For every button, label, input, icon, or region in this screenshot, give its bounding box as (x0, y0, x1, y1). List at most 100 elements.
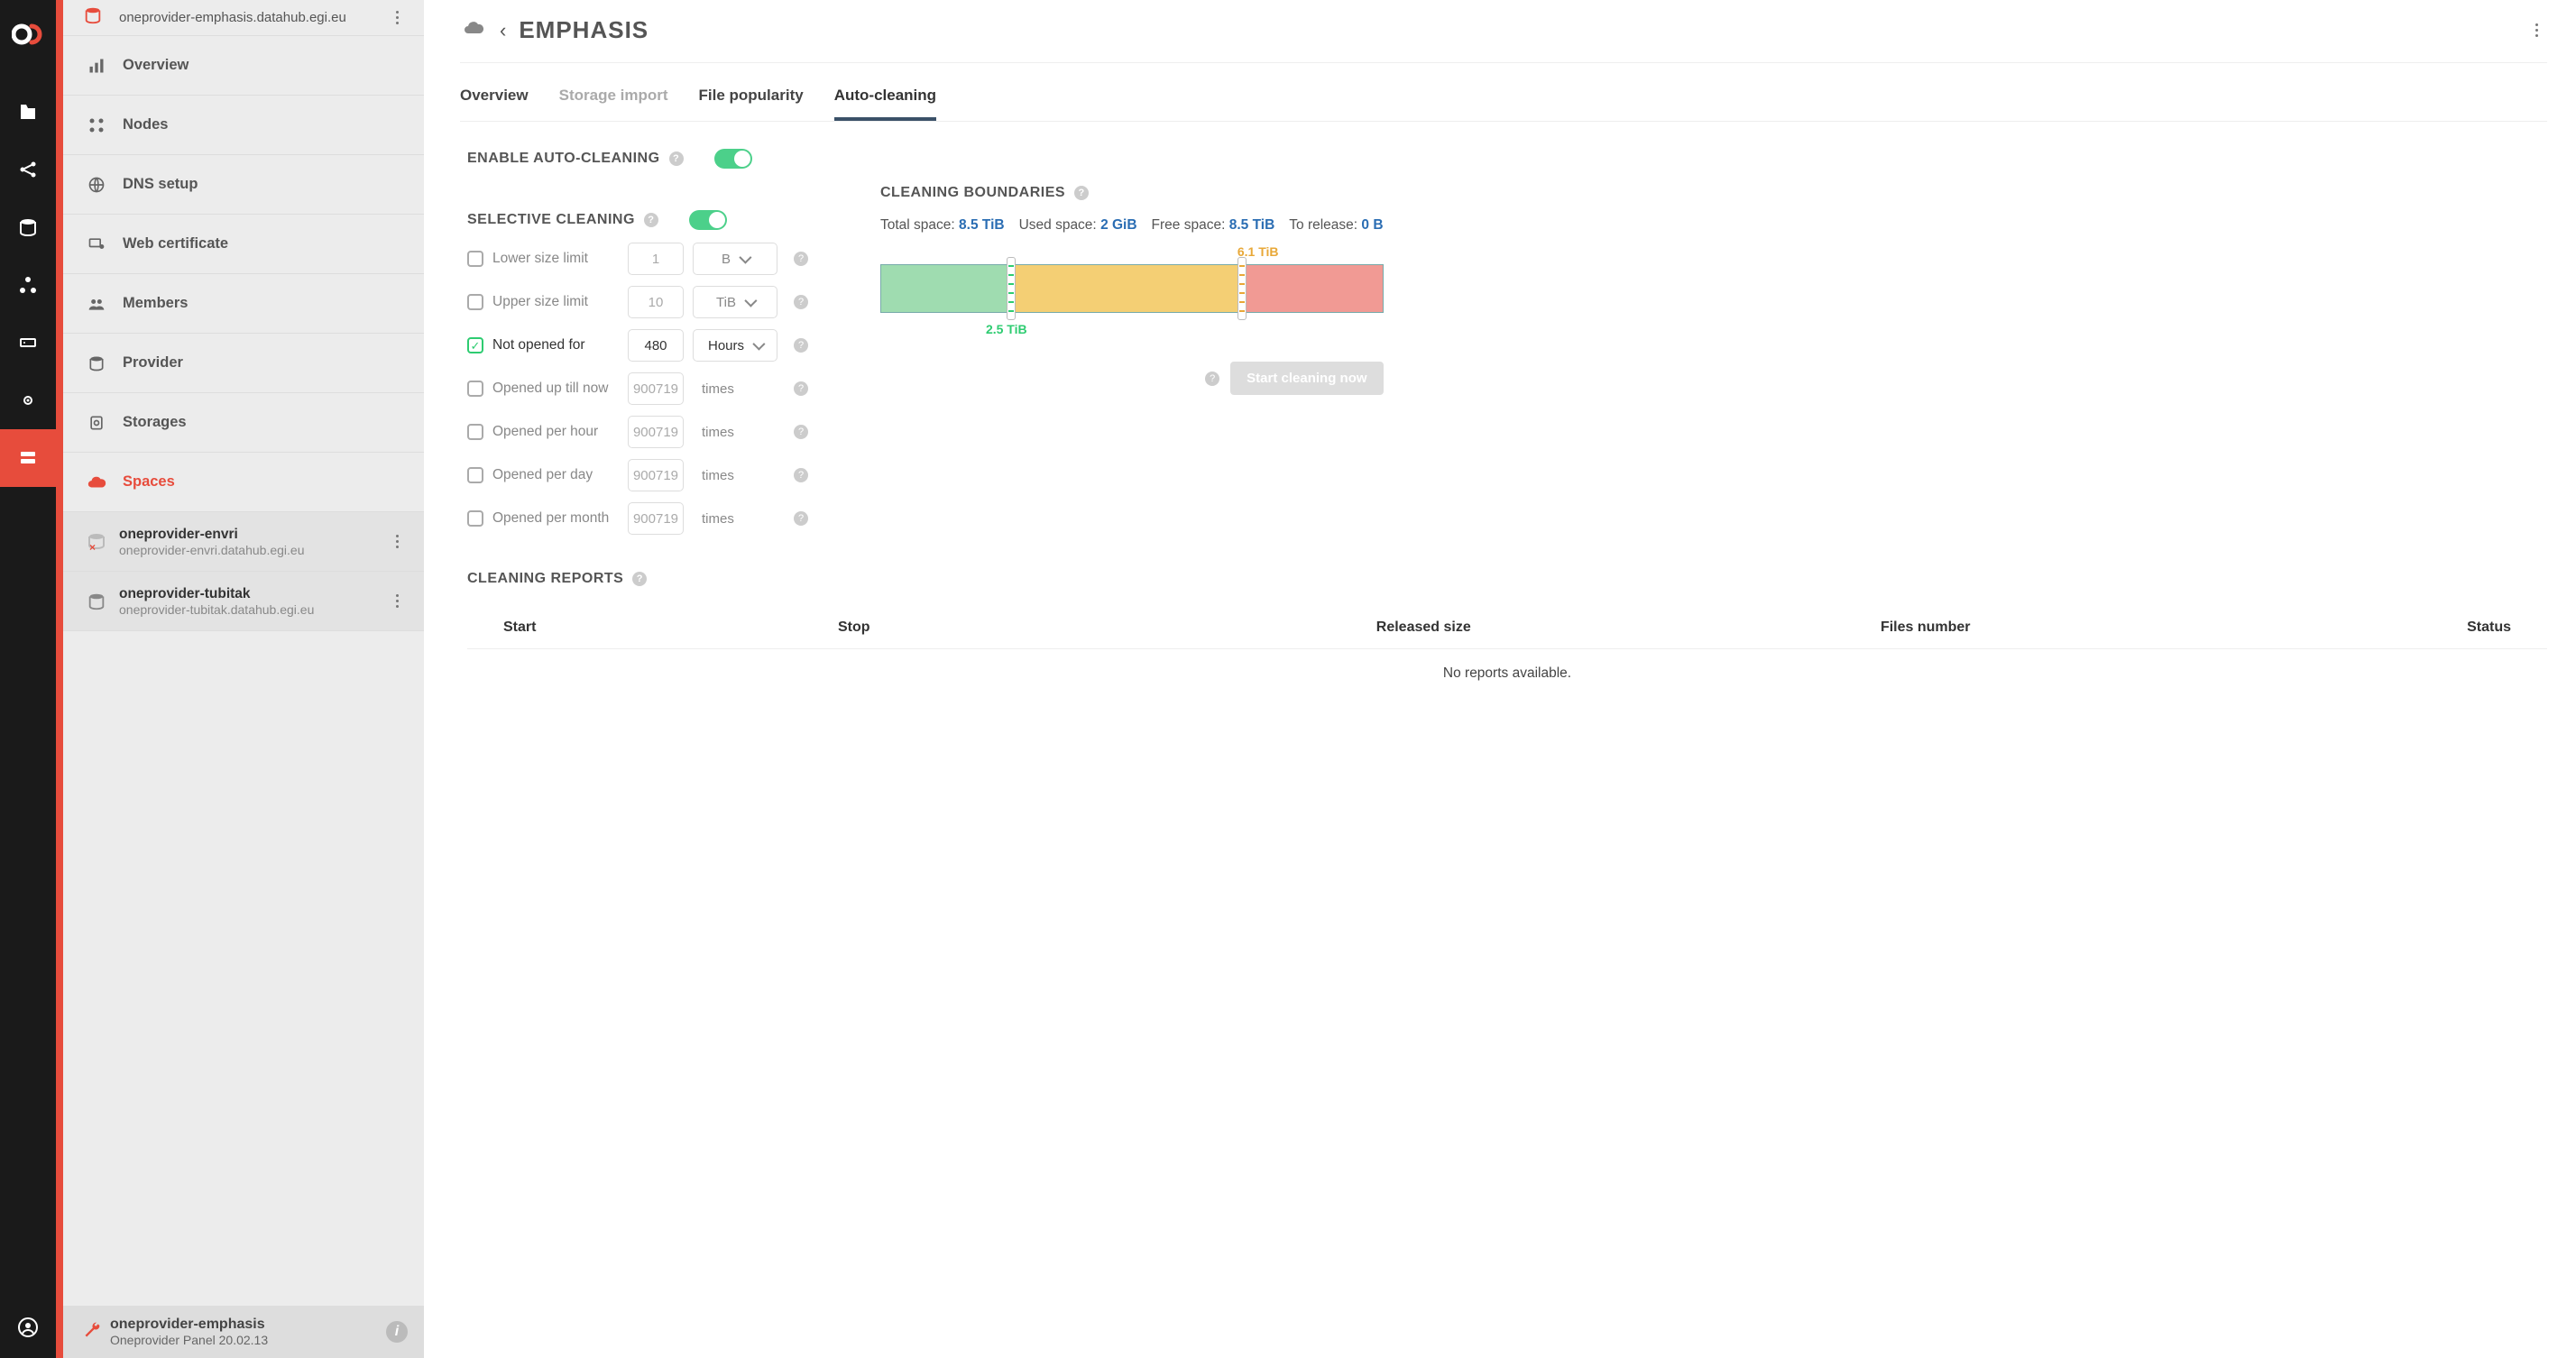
nav-label: Nodes (123, 116, 168, 133)
provider-name: oneprovider-envri (119, 527, 304, 543)
tab-file-popularity[interactable]: File popularity (699, 87, 804, 121)
help-icon[interactable] (1205, 372, 1219, 386)
info-icon[interactable]: i (386, 1321, 408, 1343)
rail-item-topology[interactable] (0, 256, 56, 314)
nav-item-webcert[interactable]: Web certificate (63, 215, 424, 274)
col-files: Files number (1675, 619, 2177, 636)
page-title: EMPHASIS (519, 16, 649, 44)
rule-value-input[interactable] (628, 243, 684, 275)
cloud-icon (83, 473, 110, 492)
reports-table-header: Start Stop Released size Files number St… (467, 603, 2547, 649)
selective-cleaning-toggle[interactable] (689, 210, 727, 230)
tab-overview[interactable]: Overview (460, 87, 529, 121)
help-icon[interactable] (794, 381, 808, 396)
rail-item-database[interactable] (0, 198, 56, 256)
tab-storage-import[interactable]: Storage import (559, 87, 668, 121)
help-icon[interactable] (794, 338, 808, 353)
database-icon (83, 354, 110, 372)
help-icon[interactable] (669, 151, 684, 166)
rule-opened-per-month: Opened per month times (467, 502, 808, 535)
help-icon[interactable] (1074, 186, 1089, 200)
rail-item-settings[interactable] (0, 372, 56, 429)
provider-menu[interactable] (386, 535, 408, 548)
rule-checkbox[interactable] (467, 510, 483, 527)
cleaning-boundaries-section: CLEANING BOUNDARIES Total space: 8.5 TiB… (880, 185, 1384, 395)
tab-auto-cleaning[interactable]: Auto-cleaning (834, 87, 936, 121)
provider-item-tubitak[interactable]: oneprovider-tubitak oneprovider-tubitak.… (63, 572, 424, 631)
col-stop: Stop (838, 619, 1173, 636)
members-icon (83, 295, 110, 313)
footer-version: Oneprovider Panel 20.02.13 (110, 1333, 268, 1347)
rule-value-input[interactable] (628, 459, 684, 491)
reports-empty: No reports available. (467, 649, 2547, 698)
selective-cleaning-section: SELECTIVE CLEANING Lower size limit B (467, 210, 808, 535)
svg-text:×: × (89, 541, 96, 553)
rule-unit-select[interactable]: B (693, 243, 777, 275)
nav-item-dns[interactable]: DNS setup (63, 155, 424, 215)
bar-segment-safe (881, 265, 1011, 312)
rule-checkbox[interactable] (467, 467, 483, 483)
low-threshold-handle[interactable] (1007, 257, 1016, 320)
provider-url: oneprovider-envri.datahub.egi.eu (119, 543, 304, 557)
rule-opened-per-hour: Opened per hour times (467, 416, 808, 448)
high-threshold-handle[interactable] (1237, 257, 1247, 320)
database-icon (83, 592, 110, 611)
provider-item-envri[interactable]: × oneprovider-envri oneprovider-envri.da… (63, 512, 424, 572)
rule-checkbox[interactable] (467, 294, 483, 310)
nav-item-members[interactable]: Members (63, 274, 424, 334)
main-content: ‹ EMPHASIS Overview Storage import File … (424, 0, 2576, 1358)
nav-item-nodes[interactable]: Nodes (63, 96, 424, 155)
database-error-icon: × (83, 531, 110, 553)
tabs: Overview Storage import File popularity … (460, 70, 2547, 122)
nodes-icon (83, 116, 110, 134)
rail-item-share[interactable] (0, 141, 56, 198)
rule-value-input[interactable] (628, 416, 684, 448)
rail-item-server[interactable] (0, 314, 56, 372)
sidebar: oneprovider-emphasis.datahub.egi.eu Over… (56, 0, 424, 1358)
rule-value-input[interactable] (628, 372, 684, 405)
nav-item-spaces[interactable]: Spaces (63, 453, 424, 512)
help-icon[interactable] (794, 295, 808, 309)
help-icon[interactable] (794, 511, 808, 526)
provider-url: oneprovider-tubitak.datahub.egi.eu (119, 602, 314, 617)
rule-unit-select[interactable]: TiB (693, 286, 777, 318)
rail-item-data[interactable] (0, 83, 56, 141)
rule-checkbox[interactable] (467, 337, 483, 353)
page-menu[interactable] (2525, 23, 2547, 37)
nav-item-storages[interactable]: Storages (63, 393, 424, 453)
rail-item-storage[interactable] (0, 429, 56, 487)
sidebar-header-menu[interactable] (386, 11, 408, 24)
globe-icon (83, 176, 110, 194)
rule-opened-till-now: Opened up till now times (467, 372, 808, 405)
help-icon[interactable] (644, 213, 658, 227)
rule-checkbox[interactable] (467, 424, 483, 440)
help-icon[interactable] (794, 468, 808, 482)
nav-label: Provider (123, 354, 183, 372)
rail-item-account[interactable] (0, 1308, 56, 1347)
rule-unit-select[interactable]: Hours (693, 329, 777, 362)
provider-menu[interactable] (386, 594, 408, 608)
nav-label: DNS setup (123, 176, 198, 193)
back-button[interactable]: ‹ (500, 19, 506, 42)
nav-item-provider[interactable]: Provider (63, 334, 424, 393)
wrench-icon (83, 1321, 101, 1344)
nav-label: Storages (123, 414, 187, 431)
rule-value-input[interactable] (628, 286, 684, 318)
rule-checkbox[interactable] (467, 381, 483, 397)
help-icon[interactable] (632, 572, 647, 586)
sidebar-header: oneprovider-emphasis.datahub.egi.eu (63, 0, 424, 36)
start-cleaning-button[interactable]: Start cleaning now (1230, 362, 1383, 395)
low-threshold-label: 2.5 TiB (986, 322, 1027, 336)
rule-checkbox[interactable] (467, 251, 483, 267)
enable-auto-cleaning-toggle[interactable] (714, 149, 752, 169)
rule-value-input[interactable] (628, 502, 684, 535)
space-stats: Total space: 8.5 TiB Used space: 2 GiB F… (880, 217, 1384, 234)
nav-label: Web certificate (123, 235, 228, 252)
col-released: Released size (1173, 619, 1675, 636)
help-icon[interactable] (794, 252, 808, 266)
rule-value-input[interactable] (628, 329, 684, 362)
footer-name: oneprovider-emphasis (110, 1317, 268, 1333)
disk-icon (83, 414, 110, 432)
nav-item-overview[interactable]: Overview (63, 36, 424, 96)
help-icon[interactable] (794, 425, 808, 439)
